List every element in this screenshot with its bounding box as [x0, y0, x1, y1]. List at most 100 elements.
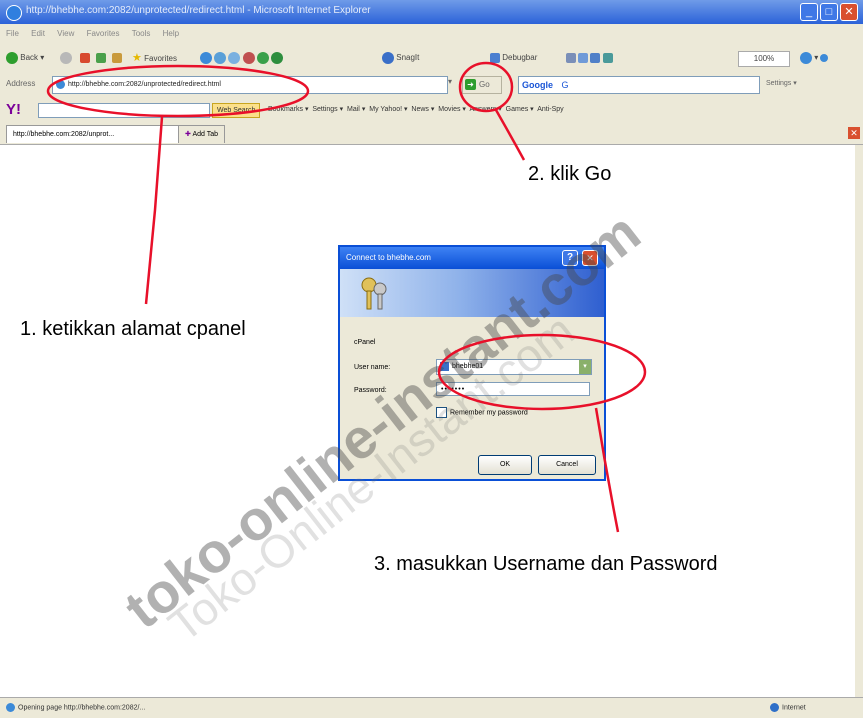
tab-bar: http://bhebhe.com:2082/unprot... ✚ Add T… — [0, 122, 863, 145]
cancel-button[interactable]: Cancel — [538, 455, 596, 475]
keys-icon — [361, 277, 387, 310]
forward-button[interactable] — [60, 51, 72, 65]
status-bar: Opening page http://bhebhe.com:2082/... … — [0, 697, 863, 718]
yahoo-mail[interactable]: Mail — [347, 106, 360, 113]
yahoo-anti-spy[interactable]: Anti-Spy — [537, 106, 563, 113]
web-search-button[interactable]: Web Search — [212, 103, 261, 118]
google-toolbar[interactable]: Google G — [518, 76, 760, 94]
ok-button[interactable]: OK — [478, 455, 532, 475]
tab-active-label: http://bhebhe.com:2082/unprot... — [13, 131, 115, 138]
messenger-icon — [256, 51, 269, 64]
internet-zone-icon — [770, 703, 779, 712]
history-icon — [200, 51, 212, 64]
loading-globe-icon — [6, 703, 15, 712]
close-tab-icon[interactable]: ✕ — [848, 127, 860, 139]
status-text: Opening page http://bhebhe.com:2082/... — [6, 703, 145, 712]
star-icon: ★ — [132, 52, 142, 64]
home-button[interactable] — [112, 51, 122, 65]
yahoo-bookmarks[interactable]: Bookmarks — [268, 106, 303, 113]
media-buttons[interactable] — [200, 51, 284, 65]
zone-label: Internet — [782, 704, 806, 712]
snagit-icon — [382, 51, 394, 64]
menu-view[interactable]: View — [57, 29, 74, 38]
yahoo-links: Bookmarks ▾ Settings ▾ Mail ▾ My Yahoo! … — [268, 106, 564, 113]
maximize-button[interactable]: □ — [820, 3, 838, 21]
yahoo-toolbar: Y! Web Search Bookmarks ▾ Settings ▾ Mai… — [0, 98, 863, 123]
zoom-select[interactable]: 100% — [738, 51, 790, 67]
yahoo-settings[interactable]: Settings — [312, 106, 337, 113]
dialog-title: Connect to bhebhe.com — [346, 253, 431, 262]
add-tab-icon: ✚ — [185, 131, 191, 138]
google-logo: Google — [522, 80, 553, 90]
globe-icon — [800, 51, 812, 64]
yahoo-movies[interactable]: Movies — [438, 106, 460, 113]
yahoo-logo: Y! — [6, 101, 21, 118]
menu-help[interactable]: Help — [163, 29, 179, 38]
annotation-step3: 3. masukkan Username dan Password — [374, 553, 718, 575]
username-label: User name: — [354, 364, 391, 371]
google-settings-label: Settings — [766, 80, 792, 87]
menu-tools[interactable]: Tools — [132, 29, 151, 38]
menu-bar: File Edit View Favorites Tools Help — [0, 24, 863, 44]
address-label: Address — [6, 79, 36, 88]
home-icon — [112, 52, 122, 63]
google-settings-button[interactable]: Settings ▾ — [766, 79, 797, 87]
back-button[interactable]: Back ▾ — [6, 51, 44, 65]
stop-button[interactable] — [80, 51, 90, 65]
edit-icon — [242, 51, 255, 64]
refresh-button[interactable] — [96, 51, 106, 65]
print-icon — [228, 51, 241, 64]
google-search-input[interactable]: G — [562, 80, 569, 90]
annotation-step2: 2. klik Go — [528, 163, 612, 185]
address-url: http://bhebhe.com:2082/unprotected/redir… — [68, 81, 221, 88]
annotation-step1: 1. ketikkan alamat cpanel — [20, 318, 246, 340]
address-bar: Address http://bhebhe.com:2082/unprotect… — [0, 72, 863, 98]
yahoo-search-input[interactable] — [38, 103, 210, 118]
debugbar-button[interactable]: Debugbar — [490, 51, 537, 65]
forward-arrow-icon — [60, 51, 72, 64]
favorites-button[interactable]: ★ Favorites — [132, 51, 177, 65]
window-title-bar: http://bhebhe.com:2082/unprotected/redir… — [0, 0, 863, 24]
pen-icon — [590, 52, 601, 63]
page-icon — [566, 52, 576, 63]
research-icon — [271, 51, 284, 64]
tab-active[interactable]: http://bhebhe.com:2082/unprot... — [6, 125, 180, 143]
back-arrow-icon — [6, 51, 18, 64]
window-title: http://bhebhe.com:2082/unprotected/redir… — [26, 5, 371, 16]
scrollbar[interactable] — [855, 145, 863, 697]
add-tab-label: Add Tab — [192, 131, 218, 138]
extra-tools[interactable] — [566, 51, 613, 65]
debugbar-label: Debugbar — [502, 53, 538, 62]
refresh-icon — [96, 52, 106, 63]
menu-file[interactable]: File — [6, 29, 19, 38]
yahoo-answers[interactable]: Answers — [469, 106, 496, 113]
menu-edit[interactable]: Edit — [31, 29, 45, 38]
page-globe-icon — [56, 79, 65, 89]
snagit-button[interactable]: SnagIt — [382, 51, 419, 65]
debugbar-icon — [490, 52, 500, 63]
close-window-button[interactable]: ✕ — [840, 3, 858, 21]
go-label: Go — [479, 80, 490, 89]
address-dropdown-icon[interactable]: ▾ — [448, 77, 452, 86]
address-input[interactable]: http://bhebhe.com:2082/unprotected/redir… — [52, 76, 448, 94]
go-button[interactable]: ➜ Go — [462, 76, 502, 94]
yahoo-news[interactable]: News — [411, 106, 429, 113]
ie-extras[interactable]: ▾ — [800, 51, 829, 65]
snagit-label: SnagIt — [396, 53, 420, 62]
dialog-realm: cPanel — [354, 339, 376, 346]
yahoo-my-yahoo[interactable]: My Yahoo! — [369, 106, 402, 113]
status-message: Opening page http://bhebhe.com:2082/... — [18, 704, 146, 712]
minimize-button[interactable]: _ — [800, 3, 818, 21]
menu-favorites[interactable]: Favorites — [87, 29, 120, 38]
mail-icon — [214, 51, 227, 64]
tools-icon — [578, 52, 589, 63]
favorites-label: Favorites — [144, 54, 178, 63]
go-arrow-icon: ➜ — [465, 79, 476, 91]
grid-icon — [602, 52, 613, 63]
back-label: Back — [20, 53, 39, 62]
standard-toolbar: Back ▾ ★ Favorites SnagIt Debugbar 100% … — [0, 44, 863, 73]
username-dropdown-icon[interactable]: ▾ — [579, 360, 591, 374]
yahoo-games[interactable]: Games — [506, 106, 529, 113]
add-tab-button[interactable]: ✚ Add Tab — [178, 125, 225, 143]
zone-indicator: Internet — [770, 703, 806, 712]
